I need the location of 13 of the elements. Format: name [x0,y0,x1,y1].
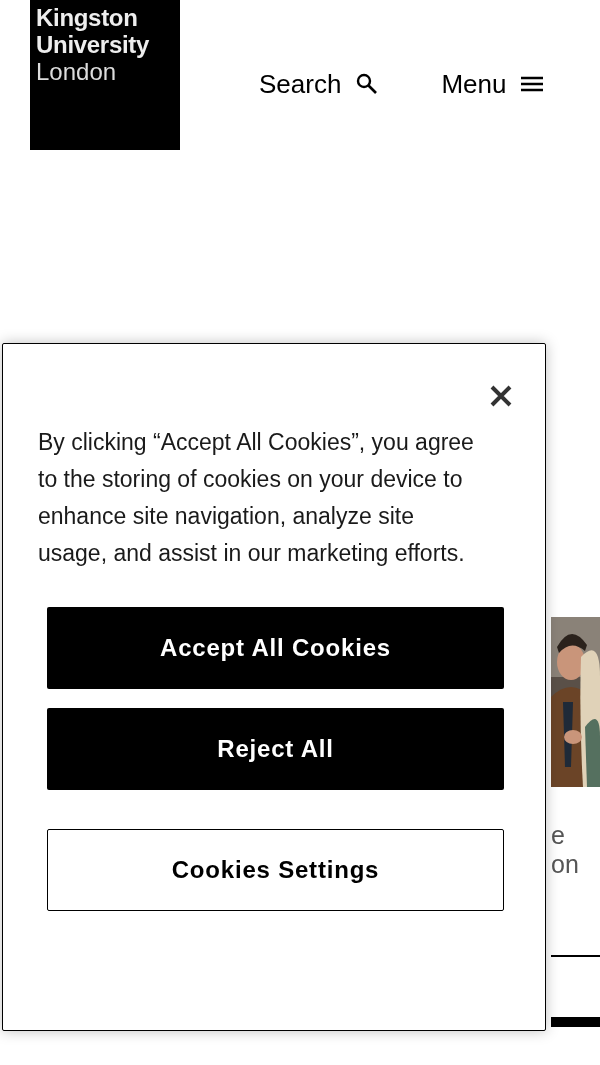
heading-text: on [551,849,580,880]
heading-text: e [551,825,566,845]
outline-button[interactable]: Cookies Settings [47,829,504,911]
primary-button[interactable]: Accept All Cookies [47,607,504,689]
search-button[interactable]: Search [259,68,380,100]
menu-icon [520,75,545,93]
logo[interactable]: Kingston University London [30,0,180,150]
close-icon [489,384,513,408]
cookie-message: By clicking “Accept All Cookies”, you agree to the storing of cookies on your device to enhance site navigation, analyze site usage, and assist in our marketing efforts. [38,428,475,568]
primary-button[interactable]: Reject All [47,708,504,790]
footer-bar [551,1017,600,1027]
close-button[interactable] [489,384,513,408]
menu-button[interactable]: Menu [441,68,545,100]
